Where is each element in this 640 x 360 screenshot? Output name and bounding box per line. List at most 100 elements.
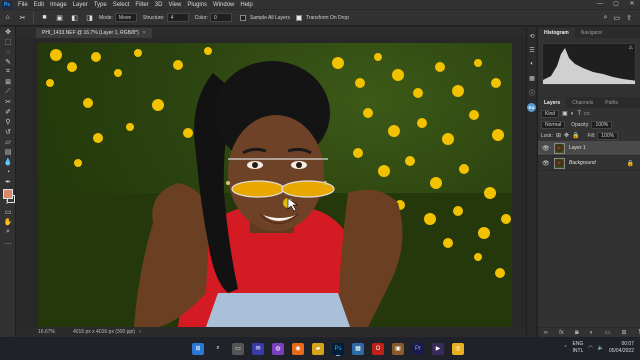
- menu-help[interactable]: Help: [237, 2, 255, 8]
- move-tool-icon[interactable]: ✥: [0, 27, 16, 37]
- intersect-selection-icon[interactable]: ◨: [85, 13, 94, 22]
- lock-pixels-icon[interactable]: ⊞: [556, 132, 561, 139]
- adjustment-layer-icon[interactable]: ◐: [590, 330, 594, 336]
- task-view-icon[interactable]: ▭: [232, 342, 244, 355]
- marquee-tool-icon[interactable]: ⬚: [0, 37, 16, 47]
- histogram-warning-icon[interactable]: ⚠: [629, 45, 633, 51]
- maximize-button[interactable]: ▢: [608, 0, 624, 9]
- menu-select[interactable]: Select: [110, 2, 133, 8]
- crop-tool-icon[interactable]: ⌗: [0, 67, 16, 77]
- opacity-input[interactable]: 100%: [591, 120, 613, 129]
- fill-input[interactable]: 100%: [597, 131, 619, 140]
- filter-adjustment-icon[interactable]: ◐: [571, 111, 575, 117]
- layer-style-icon[interactable]: fx: [559, 330, 564, 336]
- menu-file[interactable]: File: [15, 2, 31, 8]
- link-layers-icon[interactable]: ∞: [544, 330, 548, 336]
- history-panel-icon[interactable]: ⟲: [527, 31, 537, 41]
- frame-tool-icon[interactable]: ⊠: [0, 77, 16, 87]
- tab-paths[interactable]: Paths: [599, 98, 624, 108]
- add-selection-icon[interactable]: ▣: [55, 13, 64, 22]
- group-icon[interactable]: ▭: [605, 329, 611, 336]
- lock-position-icon[interactable]: ✥: [564, 132, 569, 139]
- premiere-icon[interactable]: Pr: [412, 342, 424, 355]
- clone-stamp-tool-icon[interactable]: ⚲: [0, 117, 16, 127]
- file-explorer-icon[interactable]: ▰: [312, 342, 324, 355]
- close-tab-icon[interactable]: ×: [143, 30, 146, 36]
- menu-view[interactable]: View: [165, 2, 184, 8]
- start-icon[interactable]: ⊞: [192, 342, 204, 355]
- layer-mask-icon[interactable]: ◙: [575, 330, 579, 336]
- workspace-icon[interactable]: ▭: [614, 14, 621, 22]
- opera-icon[interactable]: O: [372, 342, 384, 355]
- teams-chat-icon[interactable]: ✉: [252, 342, 264, 355]
- sample-all-layers-checkbox[interactable]: [239, 14, 246, 21]
- app-icon[interactable]: ▣: [392, 342, 404, 355]
- status-chevron-icon[interactable]: ›: [139, 329, 141, 335]
- widgets-icon[interactable]: ◍: [272, 342, 284, 355]
- blur-tool-icon[interactable]: 💧: [0, 157, 16, 167]
- new-layer-icon[interactable]: ⊞: [621, 329, 626, 336]
- lock-all-icon[interactable]: 🔒: [572, 132, 579, 139]
- adjustments-panel-icon[interactable]: ◐: [527, 59, 537, 69]
- volume-icon[interactable]: 🔈: [598, 345, 604, 351]
- firefox-icon[interactable]: ◉: [292, 342, 304, 355]
- tab-channels[interactable]: Channels: [566, 98, 599, 108]
- hand-tool-icon[interactable]: ✋: [0, 217, 16, 227]
- layer-row-background[interactable]: 👁 Background 🔒: [538, 156, 640, 171]
- layer-row-layer-1[interactable]: 👁 Layer 1: [538, 141, 640, 156]
- content-aware-move-icon[interactable]: ✂: [18, 13, 27, 22]
- quick-selection-tool-icon[interactable]: ✎: [0, 57, 16, 67]
- photoshop-taskbar-icon[interactable]: Ps: [332, 342, 344, 355]
- reverse-air-plugin-icon[interactable]: RA: [527, 103, 536, 112]
- history-brush-tool-icon[interactable]: ↺: [0, 127, 16, 137]
- more-tools-icon[interactable]: …: [0, 237, 16, 247]
- filter-shape-icon[interactable]: ▭: [584, 110, 590, 117]
- share-icon[interactable]: ⇪: [626, 14, 632, 22]
- photo-canvas[interactable]: [38, 43, 512, 327]
- menu-window[interactable]: Window: [210, 2, 237, 8]
- info-panel-icon[interactable]: ⓘ: [527, 87, 537, 97]
- new-selection-icon[interactable]: ■: [40, 13, 49, 22]
- media-icon[interactable]: ▶: [432, 342, 444, 355]
- structure-input[interactable]: 4: [166, 13, 189, 22]
- tray-chevron-icon[interactable]: ⌃: [563, 345, 567, 351]
- content-aware-move-tool-icon[interactable]: ✂: [0, 97, 16, 107]
- foreground-color-swatch[interactable]: [3, 189, 13, 199]
- store-icon[interactable]: ▦: [352, 342, 364, 355]
- visibility-eye-icon[interactable]: 👁: [542, 160, 550, 167]
- search-icon[interactable]: ⌕: [604, 14, 608, 22]
- libraries-panel-icon[interactable]: ▦: [527, 73, 537, 83]
- tab-histogram[interactable]: Histogram: [538, 28, 575, 38]
- layer-kind-filter[interactable]: Kind: [541, 109, 560, 118]
- zoom-level[interactable]: 16.67%: [38, 329, 55, 335]
- document-tab[interactable]: PHI_1433.NEF @ 16.7% (Layer 1, RGB/8*) ×: [36, 28, 152, 38]
- filter-image-icon[interactable]: ▣: [562, 110, 568, 117]
- clock[interactable]: 00:07 05/04/2022: [609, 341, 634, 355]
- search-icon[interactable]: ⌕: [212, 343, 224, 355]
- menu-image[interactable]: Image: [47, 2, 70, 8]
- eyedropper-tool-icon[interactable]: ⟋: [0, 87, 16, 97]
- home-icon[interactable]: ⌂: [3, 13, 12, 22]
- mode-select[interactable]: Move: [114, 13, 137, 22]
- eraser-tool-icon[interactable]: ▱: [0, 137, 16, 147]
- tab-layers[interactable]: Layers: [538, 98, 567, 108]
- subtract-selection-icon[interactable]: ◧: [70, 13, 79, 22]
- wifi-icon[interactable]: ◠: [588, 345, 592, 351]
- color-input[interactable]: 0: [209, 13, 232, 22]
- transform-on-drop-checkbox[interactable]: [295, 14, 302, 21]
- tab-navigator[interactable]: Navigator: [575, 28, 608, 38]
- minimize-button[interactable]: —: [592, 0, 608, 9]
- canvas-area[interactable]: [16, 38, 526, 327]
- blend-mode-select[interactable]: Normal: [541, 120, 566, 129]
- chrome-icon[interactable]: ◎: [452, 342, 464, 355]
- gradient-tool-icon[interactable]: ▤: [0, 147, 16, 157]
- menu-edit[interactable]: Edit: [31, 2, 47, 8]
- menu-filter[interactable]: Filter: [132, 2, 151, 8]
- menu-plugins[interactable]: Plugins: [184, 2, 210, 8]
- rectangle-tool-icon[interactable]: ▭: [0, 207, 16, 217]
- menu-type[interactable]: Type: [91, 2, 110, 8]
- menu-layer[interactable]: Layer: [70, 2, 91, 8]
- pen-tool-icon[interactable]: ✒: [0, 177, 16, 187]
- close-button[interactable]: ✕: [624, 0, 640, 9]
- lasso-tool-icon[interactable]: ◌: [0, 47, 16, 57]
